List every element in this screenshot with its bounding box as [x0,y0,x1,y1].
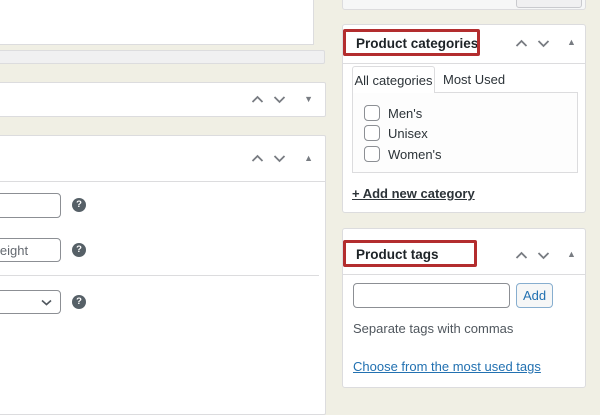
add-new-category-link[interactable]: + Add new category [352,186,475,201]
new-tag-input[interactable] [353,283,510,308]
order-down-icon[interactable] [273,154,286,163]
category-term-row: Men's [364,104,422,122]
order-down-icon[interactable] [537,251,550,260]
toggle-panel-icon[interactable]: ▲ [304,154,313,163]
order-down-icon[interactable] [537,39,550,48]
toggle-panel-icon[interactable]: ▲ [567,250,576,259]
category-term-row: Unisex [364,124,428,142]
categories-panel-title: Product categories [356,36,478,51]
left-field-3-select[interactable] [0,290,61,314]
category-term-label[interactable]: Women's [388,147,442,162]
toggle-panel-icon[interactable]: ▲ [567,38,576,47]
add-tag-button[interactable]: Add [516,283,553,308]
sidebar-top-partial-button[interactable] [516,0,582,8]
section-divider [0,275,319,276]
toggle-panel-icon[interactable]: ▼ [304,95,313,104]
tab-most-used[interactable]: Most Used [443,72,505,87]
tab-most-used-label: Most Used [443,72,505,87]
category-term-row: Women's [364,145,442,163]
order-up-icon[interactable] [515,251,528,260]
left-field-2-value: leight [0,243,28,258]
categories-header-divider [343,63,585,64]
left-field-2-input[interactable]: leight [0,238,61,262]
order-up-icon[interactable] [251,154,264,163]
tab-all-categories-label: All categories [354,73,432,88]
editor-status-strip [0,50,325,64]
checkbox-mens[interactable] [364,105,380,121]
left-expanded-panel-header: ▲ [0,136,325,182]
help-icon[interactable]: ? [72,295,86,309]
category-term-label[interactable]: Unisex [388,126,428,141]
left-field-1-input[interactable] [0,193,61,218]
order-up-icon[interactable] [515,39,528,48]
checkbox-womens[interactable] [364,146,380,162]
help-icon[interactable]: ? [72,243,86,257]
choose-most-used-tags-link[interactable]: Choose from the most used tags [353,359,541,374]
tags-hint-text: Separate tags with commas [353,321,513,336]
category-term-label[interactable]: Men's [388,106,422,121]
help-icon[interactable]: ? [72,198,86,212]
chevron-down-icon [41,299,52,306]
checkbox-unisex[interactable] [364,125,380,141]
order-up-icon[interactable] [251,95,264,104]
editor-content-box [0,0,314,45]
tab-all-categories[interactable]: All categories [352,66,435,93]
order-down-icon[interactable] [273,95,286,104]
left-collapsed-panel: ▼ [0,82,326,117]
tags-panel-title: Product tags [356,247,439,262]
tags-header-divider [343,274,585,275]
